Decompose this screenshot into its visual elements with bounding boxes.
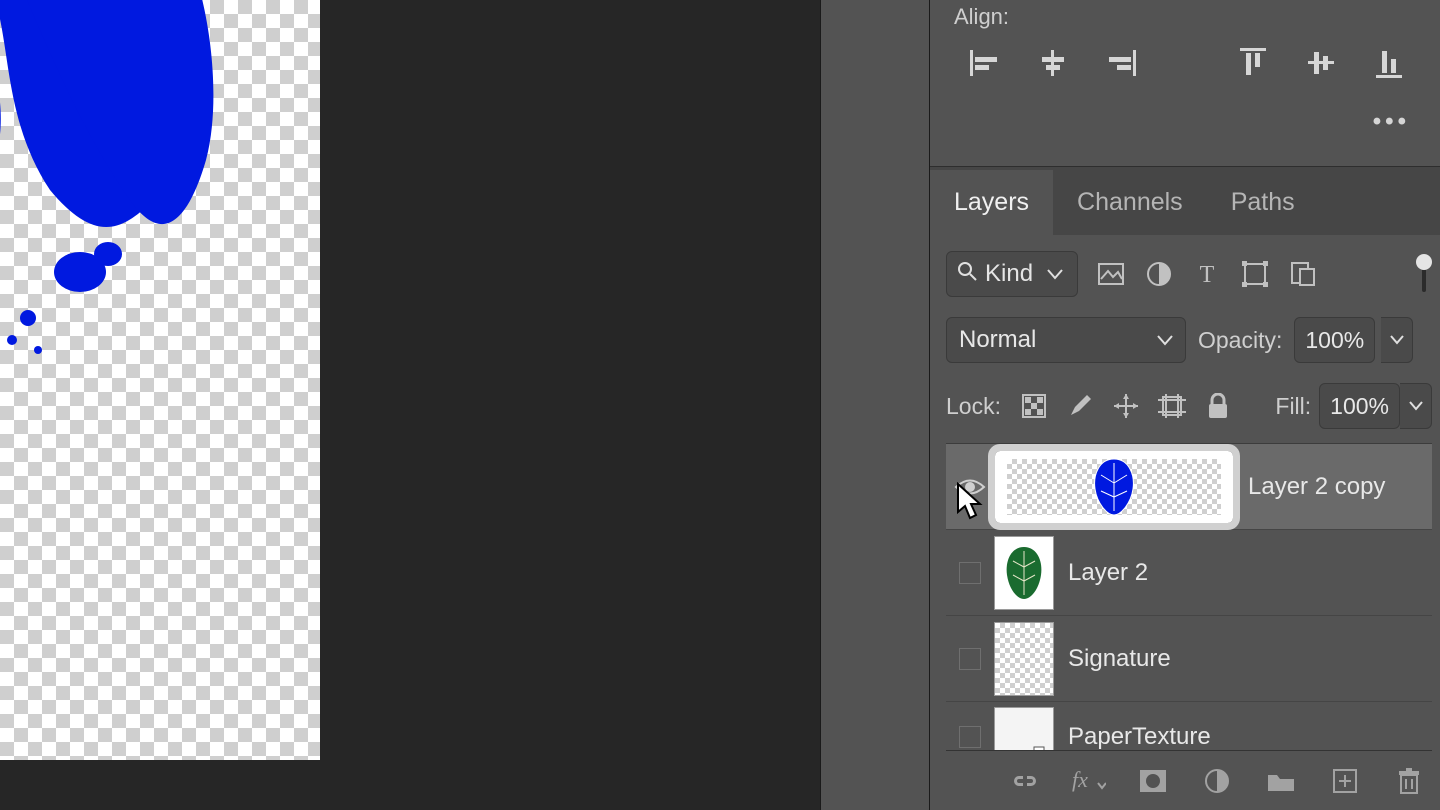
layer-thumbnail[interactable] bbox=[994, 536, 1054, 610]
align-label: Align: bbox=[954, 4, 1416, 30]
filter-pixel-icon[interactable] bbox=[1096, 259, 1126, 289]
transparency-checker bbox=[0, 0, 320, 760]
opacity-label: Opacity: bbox=[1198, 327, 1282, 354]
new-layer-icon[interactable] bbox=[1328, 764, 1362, 798]
chevron-down-icon bbox=[1157, 334, 1173, 346]
layer-row[interactable]: Layer 2 bbox=[946, 530, 1432, 616]
lock-transparency-icon[interactable] bbox=[1019, 391, 1049, 421]
tab-paths[interactable]: Paths bbox=[1207, 170, 1319, 235]
layer-visibility-toggle[interactable] bbox=[946, 530, 994, 615]
align-bottom-icon[interactable] bbox=[1372, 46, 1406, 80]
filter-kind-label: Kind bbox=[985, 260, 1033, 288]
layer-row[interactable]: Layer 2 copy bbox=[946, 444, 1432, 530]
align-right-icon[interactable] bbox=[1104, 46, 1138, 80]
layer-visibility-toggle[interactable] bbox=[946, 702, 994, 750]
layer-name[interactable]: Layer 2 bbox=[1068, 559, 1148, 587]
layer-visibility-toggle[interactable] bbox=[946, 616, 994, 701]
fill-label: Fill: bbox=[1275, 393, 1311, 420]
align-horizontal-group bbox=[968, 46, 1138, 80]
blend-row: Normal Opacity: 100% bbox=[946, 317, 1432, 363]
filter-type-icon[interactable]: T bbox=[1192, 259, 1222, 289]
smart-object-icon bbox=[1033, 746, 1051, 751]
layer-name[interactable]: Signature bbox=[1068, 645, 1171, 673]
layers-panel: Kind T bbox=[930, 235, 1440, 810]
align-top-icon[interactable] bbox=[1236, 46, 1270, 80]
svg-text:fx: fx bbox=[1072, 769, 1088, 792]
svg-text:T: T bbox=[1200, 262, 1215, 286]
layer-row[interactable]: PaperTexture bbox=[946, 702, 1432, 750]
layer-fx-icon[interactable]: fx bbox=[1072, 764, 1106, 798]
new-group-icon[interactable] bbox=[1264, 764, 1298, 798]
layer-mask-icon[interactable] bbox=[1136, 764, 1170, 798]
filter-toggle[interactable] bbox=[1416, 254, 1432, 294]
link-layers-icon[interactable] bbox=[1008, 764, 1042, 798]
filter-kind-select[interactable]: Kind bbox=[946, 251, 1078, 297]
tab-layers[interactable]: Layers bbox=[930, 170, 1053, 235]
canvas-shape bbox=[0, 0, 320, 400]
lock-position-icon[interactable] bbox=[1111, 391, 1141, 421]
align-hcenter-icon[interactable] bbox=[1036, 46, 1070, 80]
panel-gutter bbox=[820, 0, 930, 810]
align-left-icon[interactable] bbox=[968, 46, 1002, 80]
document[interactable] bbox=[0, 0, 320, 760]
adjustment-layer-icon[interactable] bbox=[1200, 764, 1234, 798]
tab-channels[interactable]: Channels bbox=[1053, 170, 1207, 235]
lock-artboard-icon[interactable] bbox=[1157, 391, 1187, 421]
eye-icon bbox=[954, 476, 986, 498]
layers-footer: fx bbox=[946, 750, 1432, 810]
filter-adjust-icon[interactable] bbox=[1144, 259, 1174, 289]
lock-all-icon[interactable] bbox=[1203, 391, 1233, 421]
fill-input[interactable]: 100% bbox=[1319, 383, 1400, 429]
blend-mode-value: Normal bbox=[959, 326, 1036, 354]
opacity-dropdown-icon[interactable] bbox=[1381, 317, 1413, 363]
layer-name[interactable]: Layer 2 copy bbox=[1248, 473, 1385, 501]
layer-visibility-toggle[interactable] bbox=[946, 444, 994, 529]
layer-filter-row: Kind T bbox=[946, 251, 1432, 297]
lock-brush-icon[interactable] bbox=[1065, 391, 1095, 421]
right-panels: Align: bbox=[930, 0, 1440, 810]
lock-row: Lock: Fill: 100% bbox=[946, 383, 1432, 429]
delete-layer-icon[interactable] bbox=[1392, 764, 1426, 798]
align-vertical-group bbox=[1236, 46, 1406, 80]
align-panel: Align: bbox=[930, 0, 1440, 167]
filter-smart-icon[interactable] bbox=[1288, 259, 1318, 289]
layer-thumbnail[interactable] bbox=[994, 707, 1054, 751]
chevron-down-icon bbox=[1047, 268, 1063, 280]
layer-row[interactable]: Signature bbox=[946, 616, 1432, 702]
lock-label: Lock: bbox=[946, 393, 1001, 420]
layer-thumbnail[interactable] bbox=[994, 450, 1234, 524]
align-more-icon[interactable]: ••• bbox=[954, 108, 1410, 136]
layer-name[interactable]: PaperTexture bbox=[1068, 723, 1211, 751]
opacity-input[interactable]: 100% bbox=[1294, 317, 1375, 363]
align-vcenter-icon[interactable] bbox=[1304, 46, 1338, 80]
search-icon bbox=[957, 261, 977, 287]
layers-list[interactable]: Layer 2 copy Layer 2 Signature bbox=[946, 443, 1432, 750]
app-root: Align: bbox=[0, 0, 1440, 810]
filter-shape-icon[interactable] bbox=[1240, 259, 1270, 289]
layer-thumbnail[interactable] bbox=[994, 622, 1054, 696]
blend-mode-select[interactable]: Normal bbox=[946, 317, 1186, 363]
canvas-area[interactable] bbox=[0, 0, 820, 810]
panel-tabs: Layers Channels Paths bbox=[930, 167, 1440, 235]
fill-dropdown-icon[interactable] bbox=[1400, 383, 1432, 429]
